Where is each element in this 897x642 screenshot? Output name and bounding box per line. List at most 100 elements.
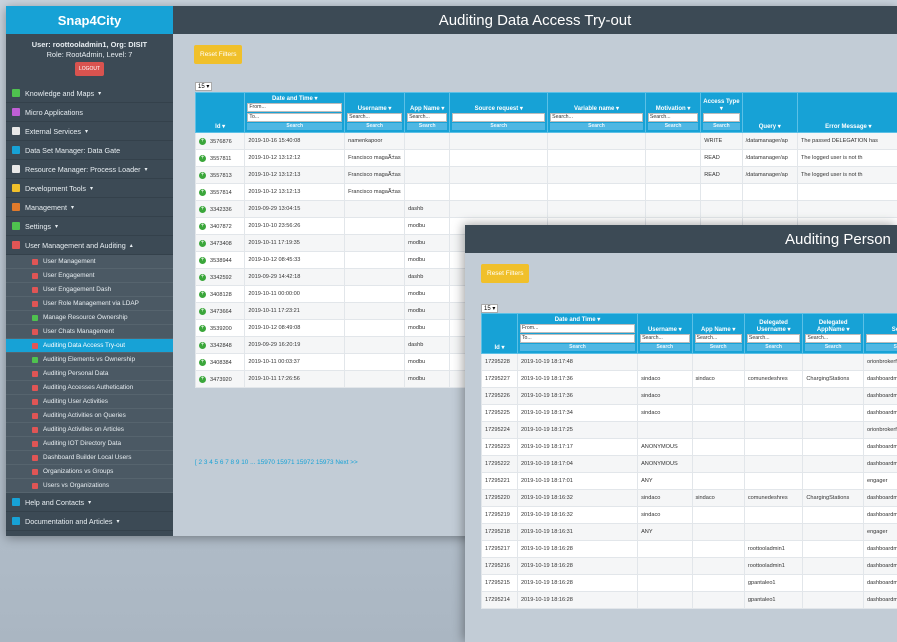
column-header[interactable]: Delegated Username ▾ Search... Search	[743, 313, 804, 354]
page-size-select[interactable]: 15 ▾	[195, 82, 213, 91]
filter-select[interactable]	[452, 113, 546, 122]
table-row[interactable]: 17295220 2019-10-19 18:16:32 sindaco sindac…	[481, 489, 897, 507]
submenu-item[interactable]: Manage Resource Ownership	[6, 311, 173, 325]
logout-button[interactable]: LOGOUT	[74, 62, 105, 76]
submenu-item[interactable]: Auditing Activities on Articles	[6, 423, 173, 437]
table-row[interactable]: 17295227 2019-10-19 18:17:36 sindaco sindac…	[481, 370, 897, 388]
search-button[interactable]: Search	[805, 344, 861, 351]
table-row[interactable]: 17295217 2019-10-19 18:16:28 roottooladmin…	[481, 540, 897, 558]
column-header[interactable]: Variable name ▾ Search... Search	[547, 92, 646, 133]
expand-icon[interactable]: +	[199, 324, 206, 332]
second-reset-filters-button[interactable]: Reset Filters	[481, 264, 530, 283]
date-filter-input[interactable]: To...	[519, 334, 636, 343]
column-header[interactable]: Source Search	[862, 313, 897, 354]
sidebar-item[interactable]: Development Tools ▾	[6, 179, 173, 198]
submenu-item[interactable]: Auditing Elements vs Ownership	[6, 353, 173, 367]
pagination[interactable]: [ 2 3 4 5 6 7 8 9 10 ... 15970 15971 159…	[195, 459, 358, 466]
sidebar-item[interactable]: Resource Manager: Process Loader ▾	[6, 160, 173, 179]
submenu-item[interactable]: Dashboard Builder Local Users	[6, 451, 173, 465]
column-header[interactable]: Delegated AppName ▾ Search... Search	[802, 313, 864, 354]
column-header[interactable]: Error Message ▾	[796, 92, 897, 133]
expand-icon[interactable]: +	[199, 205, 206, 213]
expand-icon[interactable]: +	[199, 154, 206, 162]
expand-icon[interactable]: +	[199, 256, 206, 264]
expand-icon[interactable]: +	[199, 239, 206, 247]
table-row[interactable]: 17295224 2019-10-19 18:17:25 orionbrokerfi…	[481, 421, 897, 439]
column-header[interactable]: Date and Time ▾ From... To... Search	[244, 92, 346, 133]
expand-icon[interactable]: +	[199, 188, 206, 196]
submenu-item[interactable]: Auditing User Activities	[6, 395, 173, 409]
search-input[interactable]: Search...	[407, 113, 448, 122]
date-filter-input[interactable]: From...	[247, 103, 343, 112]
table-row[interactable]: 17295219 2019-10-19 18:16:32 sindaco dashbo…	[481, 506, 897, 524]
table-row[interactable]: 17295221 2019-10-19 18:17:01 ANY engager	[481, 472, 897, 490]
expand-icon[interactable]: +	[199, 171, 206, 179]
reset-filters-button[interactable]: Reset Filters	[194, 45, 243, 64]
submenu-item[interactable]: User Chats Management	[6, 325, 173, 339]
column-header[interactable]: App Name ▾ Search... Search	[691, 313, 745, 354]
search-button[interactable]: Search	[407, 123, 448, 130]
search-button[interactable]: Search	[452, 123, 546, 130]
second-page-size-select[interactable]: 15 ▾	[481, 304, 499, 313]
column-header[interactable]: Id ▾	[194, 92, 246, 133]
column-header[interactable]: Date and Time ▾ From... To... Search	[516, 313, 639, 354]
table-row[interactable]: 17295225 2019-10-19 18:17:34 sindaco dashbo…	[481, 404, 897, 422]
table-row[interactable]: 17295223 2019-10-19 18:17:17 ANONYMOUS dash…	[481, 438, 897, 456]
search-button[interactable]: Search	[640, 344, 690, 351]
search-input[interactable]: Search...	[347, 113, 403, 122]
table-row[interactable]: +3557811 2019-10-12 13:12:12 Francisco mag…	[194, 149, 897, 167]
search-button[interactable]: Search	[247, 123, 343, 130]
sidebar-item[interactable]: User Management and Auditing ▴	[6, 236, 173, 255]
sidebar-item[interactable]: Help and Contacts ▾	[6, 493, 173, 512]
expand-icon[interactable]: +	[199, 375, 206, 383]
submenu-item[interactable]: Auditing Personal Data	[6, 367, 173, 381]
search-button[interactable]: Search	[746, 344, 801, 351]
filter-select[interactable]	[703, 113, 740, 122]
table-row[interactable]: 17295228 2019-10-19 18:17:48 orionbrokerfi…	[481, 353, 897, 371]
submenu-item[interactable]: Organizations vs Groups	[6, 465, 173, 479]
table-row[interactable]: +3557814 2019-10-12 13:12:13 Francisco mag…	[194, 183, 897, 201]
column-header[interactable]: App Name ▾ Search... Search	[404, 92, 451, 133]
sidebar-item[interactable]: Micro Applications	[6, 103, 173, 122]
column-header[interactable]: Motivation ▾ Search... Search	[644, 92, 702, 133]
search-input[interactable]: Search...	[694, 334, 742, 343]
column-header[interactable]: Access Type ▾ Search	[700, 92, 743, 133]
submenu-item[interactable]: Auditing Accesses Authetication	[6, 381, 173, 395]
sidebar-item[interactable]: My Profile▾	[6, 531, 173, 537]
submenu-item[interactable]: Auditing Activities on Queries	[6, 409, 173, 423]
search-button[interactable]: Search	[703, 123, 740, 130]
expand-icon[interactable]: +	[199, 341, 206, 349]
search-input[interactable]: Search...	[647, 113, 699, 122]
search-button[interactable]: Search	[865, 344, 897, 351]
column-header[interactable]: Source request ▾ Search	[449, 92, 549, 133]
submenu-item[interactable]: Auditing Data Access Try-out	[6, 339, 173, 353]
sidebar-item[interactable]: Data Set Manager: Data Gate	[6, 141, 173, 160]
expand-icon[interactable]: +	[199, 307, 206, 315]
submenu-item[interactable]: User Engagement	[6, 269, 173, 283]
table-row[interactable]: 17295215 2019-10-19 18:16:28 gpantaleo1 das…	[481, 574, 897, 592]
column-header[interactable]: Username ▾ Search... Search	[344, 92, 406, 133]
date-filter-input[interactable]: To...	[247, 113, 343, 122]
submenu-item[interactable]: User Engagement Dash	[6, 283, 173, 297]
table-row[interactable]: 17295218 2019-10-19 18:16:31 ANY engager	[481, 523, 897, 541]
table-row[interactable]: 17295214 2019-10-19 18:16:28 gpantaleo1 das…	[481, 591, 897, 609]
search-input[interactable]: Search...	[550, 113, 643, 122]
search-button[interactable]: Search	[694, 344, 742, 351]
search-button[interactable]: Search	[519, 344, 636, 351]
search-button[interactable]: Search	[347, 123, 403, 130]
submenu-item[interactable]: Auditing IOT Directory Data	[6, 437, 173, 451]
table-row[interactable]: +3342336 2019-09-29 13:04:15 dashb	[194, 200, 897, 218]
submenu-item[interactable]: User Role Management via LDAP	[6, 297, 173, 311]
table-row[interactable]: 17295222 2019-10-19 18:17:04 ANONYMOUS dash…	[481, 455, 897, 473]
column-header[interactable]: Id ▾	[481, 313, 518, 354]
table-row[interactable]: +3576876 2019-10-16 15:40:08 namenkapoor WR…	[194, 132, 897, 150]
table-row[interactable]: +3557813 2019-10-12 13:12:13 Francisco mag…	[194, 166, 897, 184]
search-input[interactable]: Search...	[640, 334, 690, 343]
sidebar-item[interactable]: Management ▾	[6, 198, 173, 217]
submenu-item[interactable]: Users vs Organizations	[6, 479, 173, 493]
search-button[interactable]: Search	[550, 123, 643, 130]
search-input[interactable]: Search...	[746, 334, 801, 343]
sidebar-item[interactable]: Knowledge and Maps ▾	[6, 84, 173, 103]
submenu-item[interactable]: User Management	[6, 255, 173, 269]
table-row[interactable]: 17295226 2019-10-19 18:17:36 sindaco dashbo…	[481, 387, 897, 405]
